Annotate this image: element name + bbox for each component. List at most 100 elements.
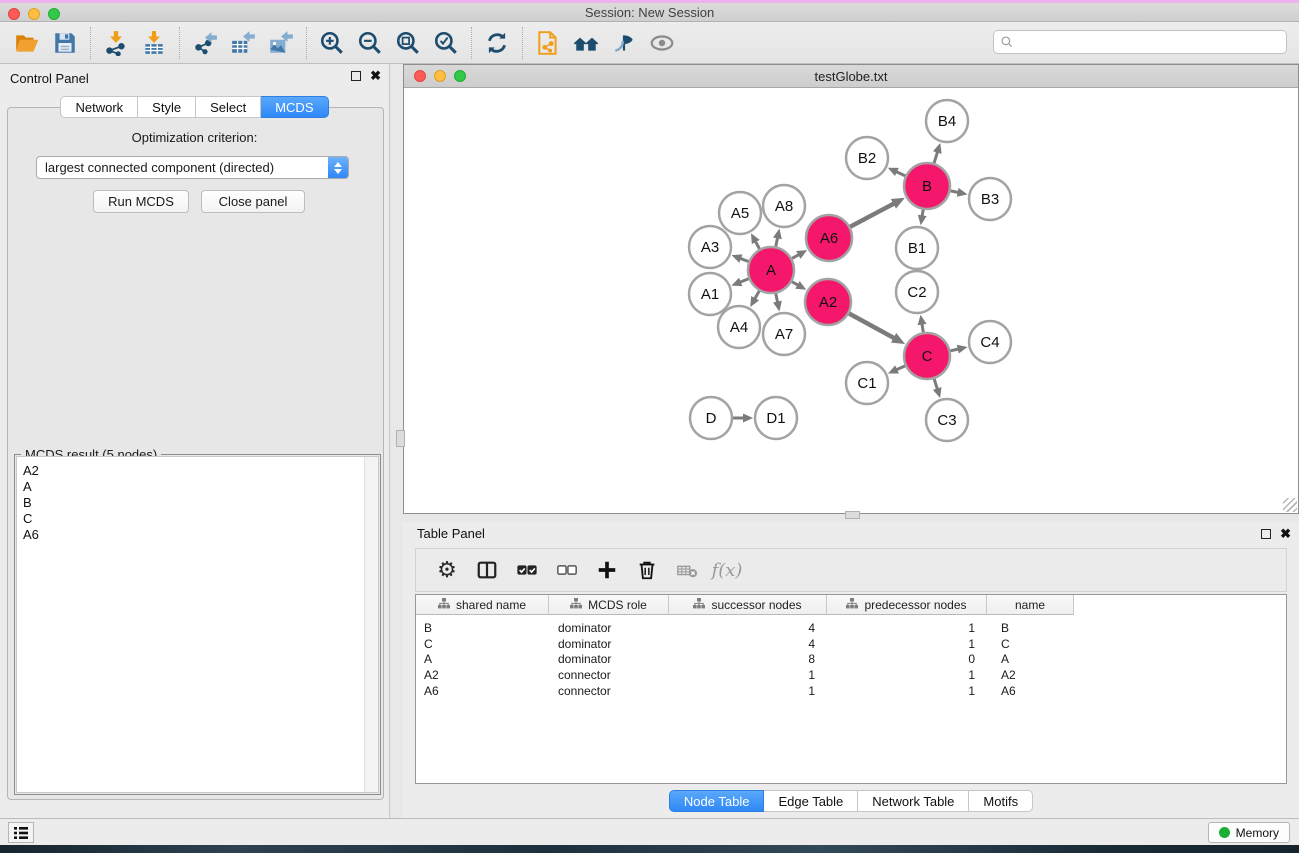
add-icon[interactable] <box>592 555 622 585</box>
export-image-icon[interactable] <box>262 26 300 60</box>
control-panel: Control Panel ✖ NetworkStyleSelectMCDS O… <box>0 64 390 818</box>
tab-network-table[interactable]: Network Table <box>858 790 969 812</box>
hide-details-icon[interactable] <box>605 26 643 60</box>
zoom-selected-icon[interactable] <box>427 26 465 60</box>
edge-A2-C[interactable] <box>849 313 895 338</box>
graph-node-label: A <box>766 262 776 279</box>
column-header-label: shared name <box>456 598 526 612</box>
show-details-eye-icon[interactable] <box>643 26 681 60</box>
export-network-icon[interactable] <box>186 26 224 60</box>
mcds-result-item[interactable]: A <box>23 479 364 495</box>
mcds-result-item[interactable]: A2 <box>23 463 364 479</box>
open-folder-icon[interactable] <box>8 26 46 60</box>
column-header-label: name <box>1015 598 1045 612</box>
graph-node-label: A3 <box>701 239 719 256</box>
network-window-title: testGlobe.txt <box>404 69 1298 84</box>
column-header-MCDS-role[interactable]: MCDS role <box>549 595 669 615</box>
resize-grip-icon[interactable] <box>1283 498 1297 512</box>
vertical-split-grip[interactable] <box>396 430 405 447</box>
deselect-all-checkboxes-icon[interactable] <box>552 555 582 585</box>
table-cell: 1 <box>827 684 987 700</box>
column-header-predecessor-nodes[interactable]: predecessor nodes <box>827 595 987 615</box>
mcds-result-item[interactable]: C <box>23 511 364 527</box>
table-cell: 1 <box>827 621 987 637</box>
graph-node-label: B <box>922 178 932 195</box>
mcds-result-item[interactable]: A6 <box>23 527 364 543</box>
edge-A6-B[interactable] <box>850 203 895 227</box>
table-row[interactable]: A6connector11A6 <box>416 684 1286 700</box>
export-table-icon[interactable] <box>224 26 262 60</box>
mcds-result-scrollbar[interactable] <box>364 457 378 792</box>
delete-table-icon[interactable] <box>672 555 702 585</box>
network-view-window: testGlobe.txt B4B2BB3A8A5A6A3B1AC2A1A2A4… <box>403 64 1299 514</box>
table-row[interactable]: Adominator80A <box>416 652 1286 668</box>
status-bar: Memory <box>0 818 1299 845</box>
table-cell: A2 <box>416 668 549 684</box>
tab-network[interactable]: Network <box>60 96 138 118</box>
memory-button[interactable]: Memory <box>1208 822 1290 843</box>
table-cell: A <box>416 652 549 668</box>
column-header-shared-name[interactable]: shared name <box>416 595 549 615</box>
tab-select[interactable]: Select <box>196 96 261 118</box>
arrowhead-icon <box>957 345 968 354</box>
tab-style[interactable]: Style <box>138 96 196 118</box>
home-icon[interactable] <box>567 26 605 60</box>
search-input[interactable] <box>993 30 1287 54</box>
table-row[interactable]: Cdominator41C <box>416 637 1286 653</box>
table-cell: 8 <box>669 652 827 668</box>
close-table-panel-icon[interactable]: ✖ <box>1280 529 1291 539</box>
table-panel-title: Table Panel <box>417 526 485 541</box>
list-icon <box>13 826 29 840</box>
window-title: Session: New Session <box>0 5 1299 20</box>
zoom-out-icon[interactable] <box>351 26 389 60</box>
network-file-icon[interactable] <box>529 26 567 60</box>
network-window-titlebar[interactable]: testGlobe.txt <box>404 65 1298 88</box>
criterion-dropdown-value: largest connected component (directed) <box>37 160 328 175</box>
toolbar-separator <box>471 27 472 59</box>
close-panel-icon[interactable]: ✖ <box>370 71 381 81</box>
sort-tree-icon <box>846 598 858 612</box>
table-row[interactable]: Bdominator41B <box>416 621 1286 637</box>
zoom-fit-icon[interactable] <box>389 26 427 60</box>
toolbar-separator <box>179 27 180 59</box>
refresh-icon[interactable] <box>478 26 516 60</box>
close-panel-button[interactable]: Close panel <box>201 190 305 213</box>
zoom-in-icon[interactable] <box>313 26 351 60</box>
mcds-result-item[interactable]: B <box>23 495 364 511</box>
toolbar-separator <box>522 27 523 59</box>
graph-node-label: B3 <box>981 191 999 208</box>
float-panel-icon[interactable] <box>351 71 361 81</box>
table-cell: B <box>416 621 549 637</box>
arrowhead-icon <box>933 387 942 398</box>
graph-node-label: B2 <box>858 150 876 167</box>
tab-mcds[interactable]: MCDS <box>261 96 328 118</box>
float-table-panel-icon[interactable] <box>1261 529 1271 539</box>
import-table-icon[interactable] <box>135 26 173 60</box>
column-header-name[interactable]: name <box>987 595 1074 615</box>
table-cell: 4 <box>669 621 827 637</box>
run-mcds-button[interactable]: Run MCDS <box>93 190 189 213</box>
select-all-checkboxes-icon[interactable] <box>512 555 542 585</box>
criterion-dropdown[interactable]: largest connected component (directed) <box>36 156 349 179</box>
import-network-icon[interactable] <box>97 26 135 60</box>
column-header-successor-nodes[interactable]: successor nodes <box>669 595 827 615</box>
network-canvas[interactable]: B4B2BB3A8A5A6A3B1AC2A1A2A4A7C4CC1DD1C3 <box>404 88 1298 513</box>
graph-node-label: A1 <box>701 286 719 303</box>
graph-node-label: A4 <box>730 319 748 336</box>
tab-node-table[interactable]: Node Table <box>669 790 765 812</box>
arrowhead-icon <box>918 315 927 326</box>
task-history-button[interactable] <box>8 822 34 843</box>
table-cell: B <box>987 621 1074 637</box>
graph-node-label: A5 <box>731 205 749 222</box>
horizontal-split-grip[interactable] <box>845 511 860 519</box>
tab-motifs[interactable]: Motifs <box>969 790 1033 812</box>
gear-icon[interactable]: ⚙︎ <box>432 555 462 585</box>
graph-node-label: A8 <box>775 198 793 215</box>
tab-edge-table[interactable]: Edge Table <box>764 790 858 812</box>
split-columns-icon[interactable] <box>472 555 502 585</box>
save-icon[interactable] <box>46 26 84 60</box>
graph-node-label: D <box>706 410 717 427</box>
function-builder-icon[interactable]: f(x) <box>712 555 742 585</box>
table-row[interactable]: A2connector11A2 <box>416 668 1286 684</box>
delete-icon[interactable] <box>632 555 662 585</box>
